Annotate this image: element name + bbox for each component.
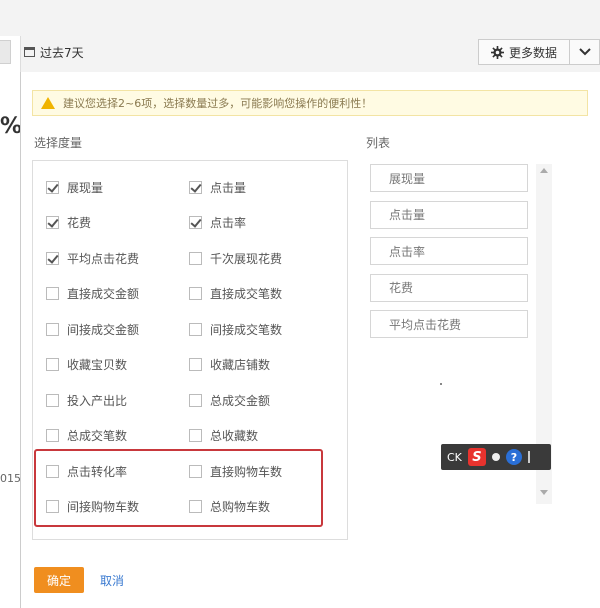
selected-column-item[interactable]: 花费 — [370, 273, 528, 302]
scroll-up-arrow-icon[interactable] — [540, 168, 548, 173]
ime-toolbar[interactable]: CK S ? — [441, 444, 551, 470]
ok-button[interactable]: 确定 — [34, 567, 84, 593]
ime-punctuation-icon[interactable] — [491, 453, 500, 461]
selected-columns-list: 展现量点击量点击率花费平均点击花费 — [0, 0, 600, 608]
sogou-logo-icon[interactable]: S — [467, 448, 486, 466]
scroll-down-arrow-icon[interactable] — [540, 490, 548, 495]
ime-label: CK — [447, 450, 462, 464]
selected-column-item[interactable]: 展现量 — [370, 164, 528, 192]
selected-column-item[interactable]: 平均点击花费 — [370, 310, 528, 338]
selected-column-item[interactable]: 点击量 — [370, 200, 528, 229]
selected-column-item[interactable]: 点击率 — [370, 237, 528, 265]
cancel-link[interactable]: 取消 — [100, 572, 124, 589]
help-icon[interactable]: ? — [505, 449, 522, 465]
stray-dot — [440, 383, 442, 385]
ime-menu-icon[interactable] — [527, 451, 530, 463]
